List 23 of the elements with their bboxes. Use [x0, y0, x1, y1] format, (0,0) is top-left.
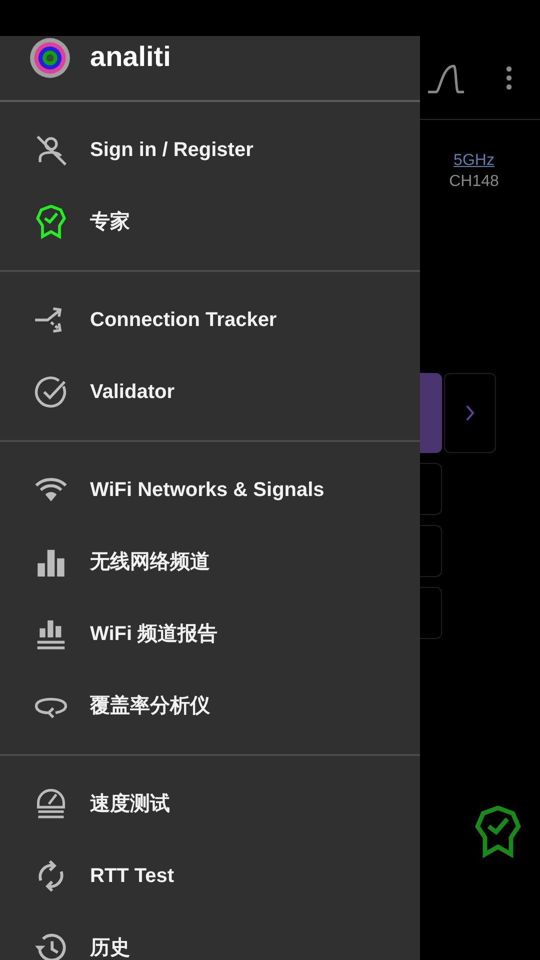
app-logo-icon: [29, 37, 71, 79]
menu-item[interactable]: WiFi Networks & Signals: [0, 454, 420, 526]
chevron-icon: [465, 404, 475, 422]
history-icon: [34, 931, 68, 960]
user-off-icon: [34, 133, 68, 167]
menu-item[interactable]: 专家: [0, 186, 420, 258]
check-circle-icon: [34, 375, 68, 409]
medal-icon[interactable]: [475, 806, 521, 858]
channel-label: CH148: [449, 172, 499, 192]
band-link[interactable]: 5GHz: [454, 150, 494, 171]
menu-item[interactable]: Sign in / Register: [0, 114, 420, 186]
medal-icon: [34, 205, 68, 239]
speedometer-icon: [34, 787, 68, 821]
menu-item[interactable]: 历史: [0, 912, 420, 960]
menu-item[interactable]: 覆盖率分析仪: [0, 670, 420, 742]
menu-item[interactable]: 速度测试: [0, 768, 420, 840]
menu-item[interactable]: RTT Test: [0, 840, 420, 912]
menu-item[interactable]: Validator: [0, 356, 420, 428]
more-icon[interactable]: [506, 66, 512, 90]
menu-item[interactable]: WiFi 频道报告: [0, 598, 420, 670]
menu-item[interactable]: Connection Tracker: [0, 284, 420, 356]
menu-item[interactable]: 无线网络频道: [0, 526, 420, 598]
app-name: analiti: [90, 41, 171, 73]
